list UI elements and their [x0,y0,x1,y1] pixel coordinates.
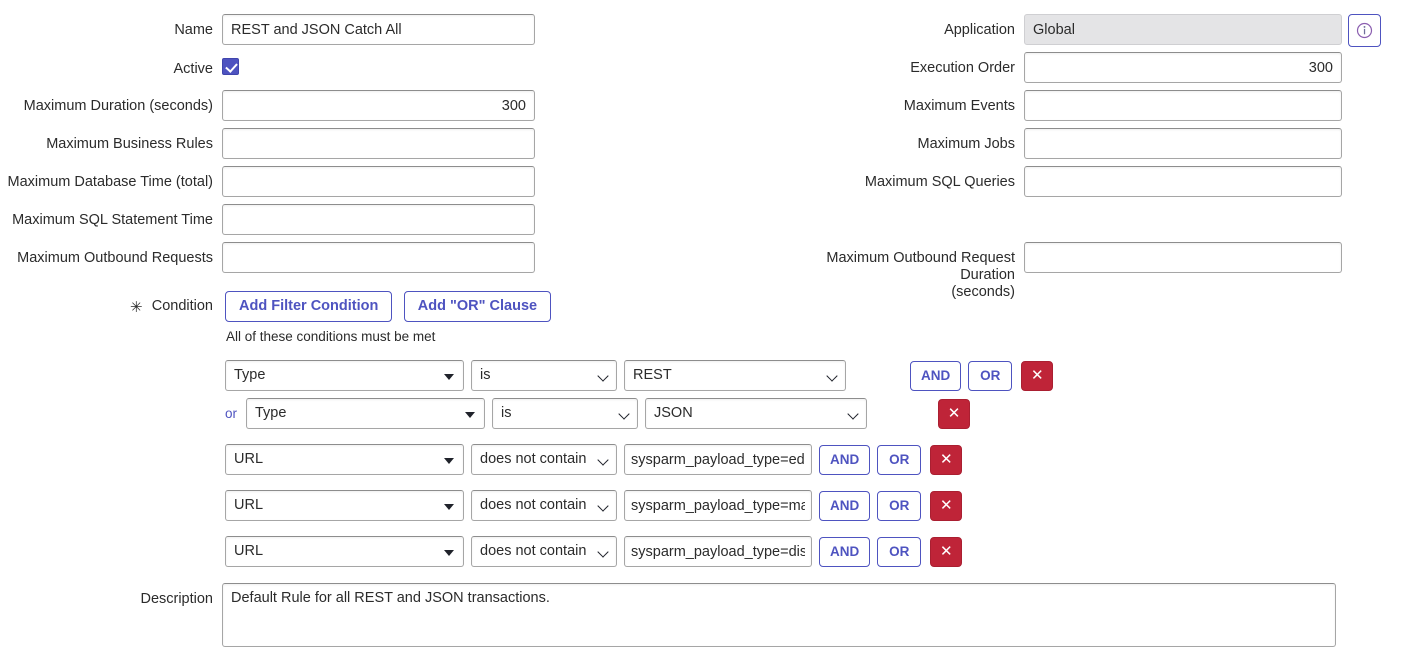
name-input[interactable] [222,14,535,45]
form-field-maximum-business-rules: Maximum Business Rules [0,128,540,159]
condition-and-button[interactable]: AND [910,361,961,391]
form-field-maximum-database-time: Maximum Database Time (total) [0,166,540,197]
label-application: Application [800,14,1015,39]
form-field-execution-order: Execution Order [800,52,1345,83]
application-control [1024,14,1342,45]
form-field-maximum-outbound-request-duration: Maximum Outbound Request Duration (secon… [800,242,1345,301]
condition-row: URL does not contain AND OR ✕ [225,444,962,475]
condition-toolbar: Add Filter Condition Add "OR" Clause [225,291,551,322]
add-filter-condition-button[interactable]: Add Filter Condition [225,291,392,322]
maximum-outbound-requests-control [222,242,535,273]
maximum-events-input[interactable] [1024,90,1342,121]
form-field-description: Description Default Rule for all REST an… [0,583,1350,652]
condition-row: or Type is JSON ✕ [225,398,970,429]
condition-value-input[interactable] [624,490,812,521]
condition-or-button[interactable]: OR [968,361,1012,391]
condition-and-button[interactable]: AND [819,537,870,567]
condition-field-select[interactable]: URL [225,536,464,567]
maximum-duration-input[interactable] [222,90,535,121]
condition-or-button[interactable]: OR [877,445,921,475]
condition-row: Type is REST AND OR ✕ [225,360,1053,391]
condition-and-button[interactable]: AND [819,491,870,521]
execution-order-control [1024,52,1342,83]
form-field-name: Name [0,14,540,45]
condition-delete-button[interactable]: ✕ [930,445,962,475]
active-checkbox[interactable] [222,58,239,75]
condition-value-input[interactable] [624,536,812,567]
condition-or-button[interactable]: OR [877,537,921,567]
label-description: Description [0,583,213,608]
label-name: Name [0,14,213,39]
condition-hint-text: All of these conditions must be met [226,329,435,344]
condition-value-select[interactable]: JSON [645,398,867,429]
info-circle-icon [1356,22,1373,39]
info-circle-icon-button[interactable] [1348,14,1381,47]
add-or-clause-button[interactable]: Add "OR" Clause [404,291,551,322]
label-maximum-business-rules: Maximum Business Rules [0,128,213,153]
maximum-events-control [1024,90,1342,121]
form-field-maximum-sql-statement-time: Maximum SQL Statement Time [0,204,540,235]
maximum-duration-control [222,90,535,121]
name-control [222,14,535,45]
condition-or-button[interactable]: OR [877,491,921,521]
form-field-maximum-jobs: Maximum Jobs [800,128,1345,159]
form-field-active: Active [0,53,540,80]
maximum-sql-statement-time-input[interactable] [222,204,535,235]
label-maximum-duration: Maximum Duration (seconds) [0,90,213,115]
form-field-maximum-duration: Maximum Duration (seconds) [0,90,540,121]
label-maximum-outbound-requests: Maximum Outbound Requests [0,242,213,267]
condition-delete-button[interactable]: ✕ [1021,361,1053,391]
label-maximum-jobs: Maximum Jobs [800,128,1015,153]
condition-value-input[interactable] [624,444,812,475]
form-field-maximum-events: Maximum Events [800,90,1345,121]
condition-operator-select[interactable]: is [492,398,638,429]
maximum-outbound-requests-input[interactable] [222,242,535,273]
label-maximum-database-time: Maximum Database Time (total) [0,166,213,191]
condition-field-select[interactable]: Type [225,360,464,391]
maximum-database-time-input[interactable] [222,166,535,197]
label-active: Active [0,53,213,78]
condition-delete-button[interactable]: ✕ [930,537,962,567]
maximum-outbound-request-duration-input[interactable] [1024,242,1342,273]
condition-delete-button[interactable]: ✕ [930,491,962,521]
form-field-maximum-sql-queries: Maximum SQL Queries [800,166,1345,197]
condition-row: URL does not contain AND OR ✕ [225,536,962,567]
label-execution-order: Execution Order [800,52,1015,77]
label-maximum-sql-statement-time: Maximum SQL Statement Time [0,204,213,229]
active-control [222,53,239,80]
condition-value-select[interactable]: REST [624,360,846,391]
condition-field-select[interactable]: URL [225,490,464,521]
condition-field-select[interactable]: Type [246,398,485,429]
description-textarea[interactable]: Default Rule for all REST and JSON trans… [222,583,1336,647]
maximum-database-time-control [222,166,535,197]
condition-field-select[interactable]: URL [225,444,464,475]
label-condition: Condition [0,298,213,315]
condition-delete-button[interactable]: ✕ [938,399,970,429]
condition-operator-select[interactable]: does not contain [471,490,617,521]
condition-operator-select[interactable]: does not contain [471,536,617,567]
execution-order-input[interactable] [1024,52,1342,83]
label-maximum-sql-queries: Maximum SQL Queries [800,166,1015,191]
maximum-business-rules-input[interactable] [222,128,535,159]
label-maximum-events: Maximum Events [800,90,1015,115]
description-control: Default Rule for all REST and JSON trans… [222,583,1336,652]
maximum-business-rules-control [222,128,535,159]
form-field-application: Application [800,14,1345,45]
maximum-jobs-control [1024,128,1342,159]
maximum-sql-queries-control [1024,166,1342,197]
transaction-quota-rule-form: Name Active Maximum Duration (seconds) M… [0,0,1407,654]
condition-row: URL does not contain AND OR ✕ [225,490,962,521]
condition-operator-select[interactable]: is [471,360,617,391]
maximum-sql-queries-input[interactable] [1024,166,1342,197]
condition-and-button[interactable]: AND [819,445,870,475]
condition-operator-select[interactable]: does not contain [471,444,617,475]
form-field-maximum-outbound-requests: Maximum Outbound Requests [0,242,540,273]
maximum-sql-statement-time-control [222,204,535,235]
condition-or-connector-label: or [225,406,243,421]
application-input[interactable] [1024,14,1342,45]
maximum-jobs-input[interactable] [1024,128,1342,159]
label-maximum-outbound-request-duration: Maximum Outbound Request Duration (secon… [800,242,1015,301]
maximum-outbound-request-duration-control [1024,242,1342,273]
